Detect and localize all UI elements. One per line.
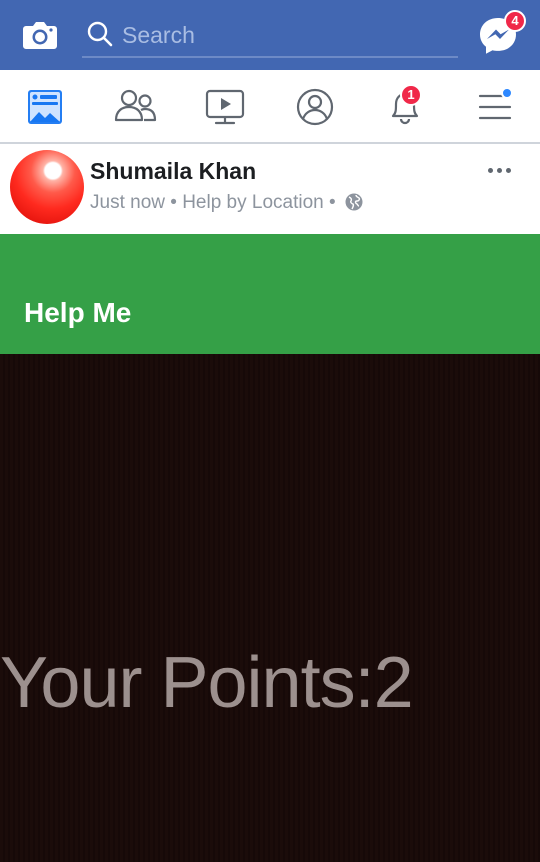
messenger-button[interactable]: 4 (478, 10, 526, 56)
help-banner: Help Me (0, 234, 540, 354)
more-dot (506, 168, 511, 173)
meta-separator: • (170, 192, 177, 213)
post-meta: Just now • Help by Location • (90, 192, 363, 214)
avatar[interactable] (10, 150, 84, 224)
tab-notifications[interactable]: 1 (380, 82, 430, 132)
more-options-button[interactable] (484, 156, 516, 184)
tab-profile[interactable] (290, 82, 340, 132)
messenger-badge: 4 (504, 10, 526, 32)
post-category[interactable]: Help by Location (182, 192, 324, 213)
nav-bar: 1 (0, 70, 540, 144)
watch-icon (205, 89, 245, 125)
points-display: Your Points:2 (0, 643, 414, 723)
meta-separator: • (329, 192, 336, 213)
menu-icon (478, 94, 512, 120)
notification-badge: 1 (400, 84, 422, 106)
tab-watch[interactable] (200, 82, 250, 132)
game-area[interactable]: Your Points:2 (0, 354, 540, 862)
search-bar[interactable] (82, 14, 458, 58)
friends-icon (114, 89, 157, 122)
author-name[interactable]: Shumaila Khan (90, 158, 256, 185)
news-feed-icon (28, 90, 62, 124)
more-dot (497, 168, 502, 173)
tab-news-feed[interactable] (20, 82, 70, 132)
globe-icon (345, 193, 363, 211)
top-bar: 4 (0, 0, 540, 70)
camera-icon[interactable] (20, 15, 60, 55)
profile-icon (296, 88, 334, 126)
more-dot (488, 168, 493, 173)
post-time[interactable]: Just now (90, 192, 165, 213)
menu-dot-badge (501, 87, 513, 99)
search-icon (87, 21, 113, 47)
help-me-label[interactable]: Help Me (24, 297, 131, 329)
search-input[interactable] (122, 18, 442, 52)
tab-menu[interactable] (470, 82, 520, 132)
tab-friends[interactable] (110, 82, 160, 132)
post-header: Shumaila Khan Just now • Help by Locatio… (0, 144, 540, 234)
